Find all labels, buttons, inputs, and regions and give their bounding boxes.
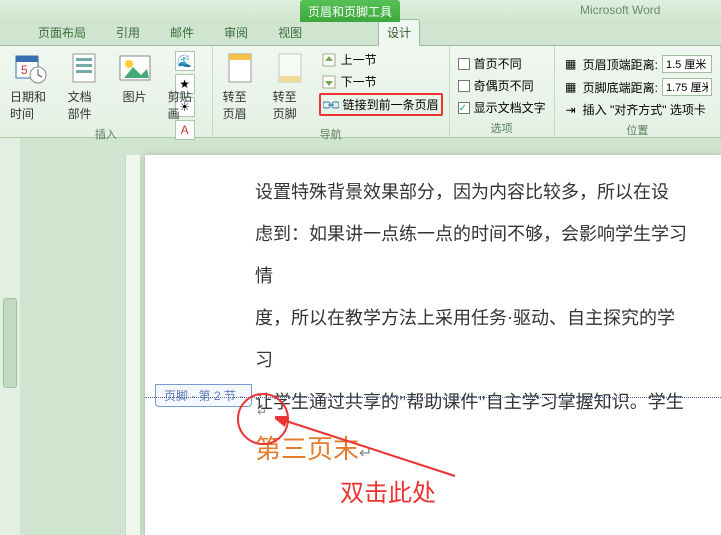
calendar-clock-icon: 5 [14,51,48,85]
insert-alignment-label: 插入 "对齐方式" 选项卡 [583,101,706,118]
annotation-circle [237,393,289,445]
document-area[interactable]: 设置特殊背景效果部分，因为内容比较多，所以在设 虑到：如果讲一点练一点的时间不够… [145,155,721,535]
scrollbar-thumb[interactable] [3,298,17,388]
link-icon [323,97,339,113]
header-distance-input[interactable] [662,55,712,73]
show-text-label: 显示文档文字 [474,99,546,116]
link-to-prev-button[interactable]: 链接到前一条页眉 [319,93,443,116]
group-position: ▦ 页眉顶端距离: ▦ 页脚底端距离: ⇥ 插入 "对齐方式" 选项卡 位置 [555,46,721,137]
next-section-label: 下一节 [341,73,377,90]
goto-header-label: 转至页眉 [223,88,257,122]
arrow-down-icon [321,74,337,90]
goto-footer-label: 转至页脚 [273,88,307,122]
body-line: 虑到：如果讲一点练一点的时间不够，会影响学生学习情 [255,213,691,297]
clipart-label: 剪贴画 [168,88,202,122]
doc-parts-button[interactable]: 文档部件 [64,49,106,124]
svg-text:5: 5 [21,63,28,77]
diff-oddeven-label: 奇偶页不同 [474,77,534,94]
body-line: 度，所以在教学方法上采用任务·驱动、自主探究的学习 [255,297,691,381]
goto-header-icon [223,51,257,85]
group-insert: 5 日期和时间 文档部件 图片 🌊★☀A 剪贴画 [0,46,213,137]
checkbox-icon [458,80,470,92]
tab-mailings[interactable]: 邮件 [162,20,202,45]
ruler-bottom-icon: ▦ [563,79,579,95]
tab-design[interactable]: 设计 [378,19,420,46]
header-distance-label: 页眉顶端距离: [583,56,658,73]
diff-oddeven-checkbox[interactable]: 奇偶页不同 [456,75,548,96]
footer-section-tag[interactable]: 页脚 - 第 2 节 - [155,384,252,407]
doc-parts-label: 文档部件 [68,88,102,122]
group-options-label: 选项 [456,118,548,136]
vertical-ruler [125,155,141,535]
date-time-button[interactable]: 5 日期和时间 [6,49,56,124]
page: 设置特殊背景效果部分，因为内容比较多，所以在设 虑到：如果讲一点练一点的时间不够… [145,155,721,535]
ribbon-tabs: 页面布局 引用 邮件 审阅 视图 设计 [0,22,721,46]
group-options: 首页不同 奇偶页不同 显示文档文字 选项 [450,46,555,137]
tab-align-icon: ⇥ [563,102,579,118]
show-text-checkbox[interactable]: 显示文档文字 [456,97,548,118]
footer-distance-label: 页脚底端距离: [583,79,658,96]
diff-first-label: 首页不同 [474,55,522,72]
footer-distance-input[interactable] [662,78,712,96]
scrollbar-left[interactable] [0,138,20,535]
group-navigation-label: 导航 [219,124,443,142]
prev-section-button[interactable]: 上一节 [319,49,443,70]
checkbox-checked-icon [458,102,470,114]
diff-first-checkbox[interactable]: 首页不同 [456,53,548,74]
picture-icon [118,51,152,85]
tab-review[interactable]: 审阅 [216,20,256,45]
footer-divider [145,397,721,398]
goto-footer-button[interactable]: 转至页脚 [269,49,311,124]
arrow-up-icon [321,52,337,68]
group-insert-label: 插入 [6,124,206,142]
app-title: Microsoft Word [580,3,660,17]
tab-pagelayout[interactable]: 页面布局 [30,20,94,45]
ribbon: 5 日期和时间 文档部件 图片 🌊★☀A 剪贴画 [0,46,721,138]
clipart-button[interactable]: 🌊★☀A 剪贴画 [164,49,206,124]
tab-references[interactable]: 引用 [108,20,148,45]
next-section-button[interactable]: 下一节 [319,71,443,92]
goto-header-button[interactable]: 转至页眉 [219,49,261,124]
goto-footer-icon [273,51,307,85]
ruler-top-icon: ▦ [563,56,579,72]
tab-view[interactable]: 视图 [270,20,310,45]
checkbox-icon [458,58,470,70]
picture-label: 图片 [123,88,147,105]
body-line: 设置特殊背景效果部分，因为内容比较多，所以在设 [255,171,691,213]
footer-distance-row[interactable]: ▦ 页脚底端距离: [561,76,714,98]
link-to-prev-label: 链接到前一条页眉 [343,96,439,113]
picture-button[interactable]: 图片 [114,49,156,107]
group-navigation: 转至页眉 转至页脚 上一节 下一节 [213,46,450,137]
clipart-icon: 🌊★☀A [168,51,202,85]
prev-section-label: 上一节 [341,51,377,68]
doc-parts-icon [68,51,102,85]
contextual-tab-header-footer: 页眉和页脚工具 [300,0,400,22]
date-time-label: 日期和时间 [10,88,52,122]
group-position-label: 位置 [561,120,714,138]
annotation-text: 双击此处 [340,473,436,508]
body-line: 让学生通过共享的"帮助课件"自主学习掌握知识。学生 [255,381,691,423]
header-distance-row[interactable]: ▦ 页眉顶端距离: [561,53,714,75]
page-marker-text: 第三页末↵ [255,429,691,466]
insert-alignment-button[interactable]: ⇥ 插入 "对齐方式" 选项卡 [561,99,714,120]
